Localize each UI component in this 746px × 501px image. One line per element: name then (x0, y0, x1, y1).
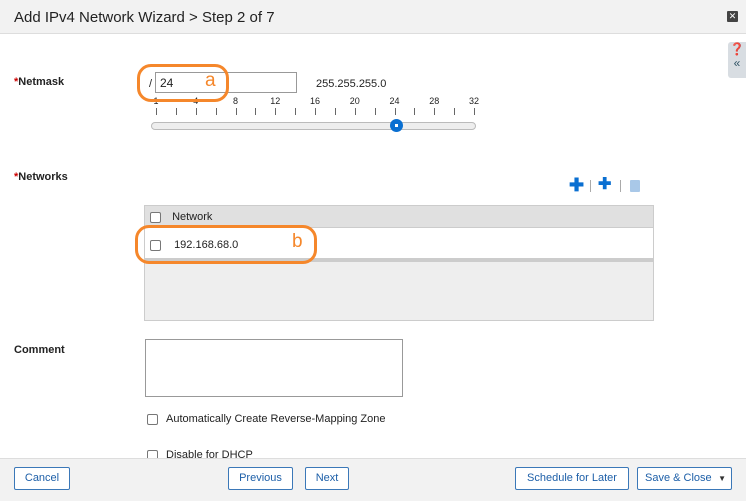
slider-tick-label: 20 (349, 96, 360, 106)
slider-tick (275, 108, 277, 115)
slider-tick (175, 108, 177, 115)
slider-tick (474, 108, 475, 115)
divider (620, 180, 621, 192)
add-next-available-icon[interactable]: ✚ (598, 176, 611, 194)
slider-tick (434, 108, 436, 115)
delete-icon[interactable] (630, 180, 640, 192)
collapse-icon[interactable]: « (728, 56, 746, 70)
slider-tick-label: 8 (232, 96, 238, 106)
slider-tick (394, 108, 396, 115)
comment-textarea[interactable] (145, 339, 403, 397)
reverse-zone-label: Automatically Create Reverse-Mapping Zon… (166, 413, 386, 425)
slider-tick (454, 108, 456, 115)
slider-tick (255, 108, 257, 115)
select-all-checkbox[interactable] (150, 211, 161, 223)
slider-tick-label: 24 (389, 96, 400, 106)
slider-tick (235, 108, 237, 115)
wizard-header: Add IPv4 Network Wizard > Step 2 of 7 ✕ (0, 0, 746, 34)
slider-tick (156, 108, 157, 115)
close-icon[interactable]: ✕ (727, 11, 738, 22)
slider-tick (215, 108, 217, 115)
slider-tick-label: 32 (468, 96, 479, 106)
cancel-button[interactable]: Cancel (14, 467, 70, 490)
annotation-b: b (292, 231, 303, 252)
add-icon[interactable]: ✚ (569, 176, 584, 194)
comment-label: Comment (14, 344, 65, 356)
slider-tick-label: 12 (270, 96, 281, 106)
netmask-value: 255.255.255.0 (316, 78, 387, 90)
wizard-title: Add IPv4 Network Wizard > Step 2 of 7 (14, 9, 275, 26)
annotation-a: a (205, 70, 216, 91)
save-close-button[interactable]: Save & Close ▼ (637, 467, 732, 490)
annotation-ring-b (135, 225, 317, 264)
chevron-down-icon[interactable]: ▼ (718, 468, 726, 489)
reverse-zone-checkbox[interactable] (147, 413, 158, 425)
divider (590, 180, 591, 192)
netmask-label: *Netmask (14, 76, 65, 88)
wizard-footer (0, 458, 746, 501)
slider-tick (195, 108, 197, 115)
netmask-slider[interactable] (151, 119, 476, 132)
slider-tick (354, 108, 356, 115)
column-network: Network (172, 211, 213, 223)
slider-tick (414, 108, 416, 115)
previous-button[interactable]: Previous (228, 467, 293, 490)
slider-tick-label: 28 (429, 96, 440, 106)
slider-tick-label: 16 (309, 96, 320, 106)
slider-tick (374, 108, 376, 115)
schedule-button[interactable]: Schedule for Later (515, 467, 629, 490)
help-icon[interactable]: ❓ (728, 42, 746, 56)
reverse-zone-option[interactable]: Automatically Create Reverse-Mapping Zon… (147, 413, 386, 425)
help-panel-toggle[interactable]: ❓ « (728, 42, 746, 78)
slider-handle[interactable] (389, 119, 403, 132)
save-close-label: Save & Close (645, 472, 712, 484)
next-button[interactable]: Next (305, 467, 349, 490)
networks-label: *Networks (14, 171, 68, 183)
slider-tick (334, 108, 336, 115)
slider-tick (315, 108, 316, 115)
slider-tick (295, 108, 297, 115)
